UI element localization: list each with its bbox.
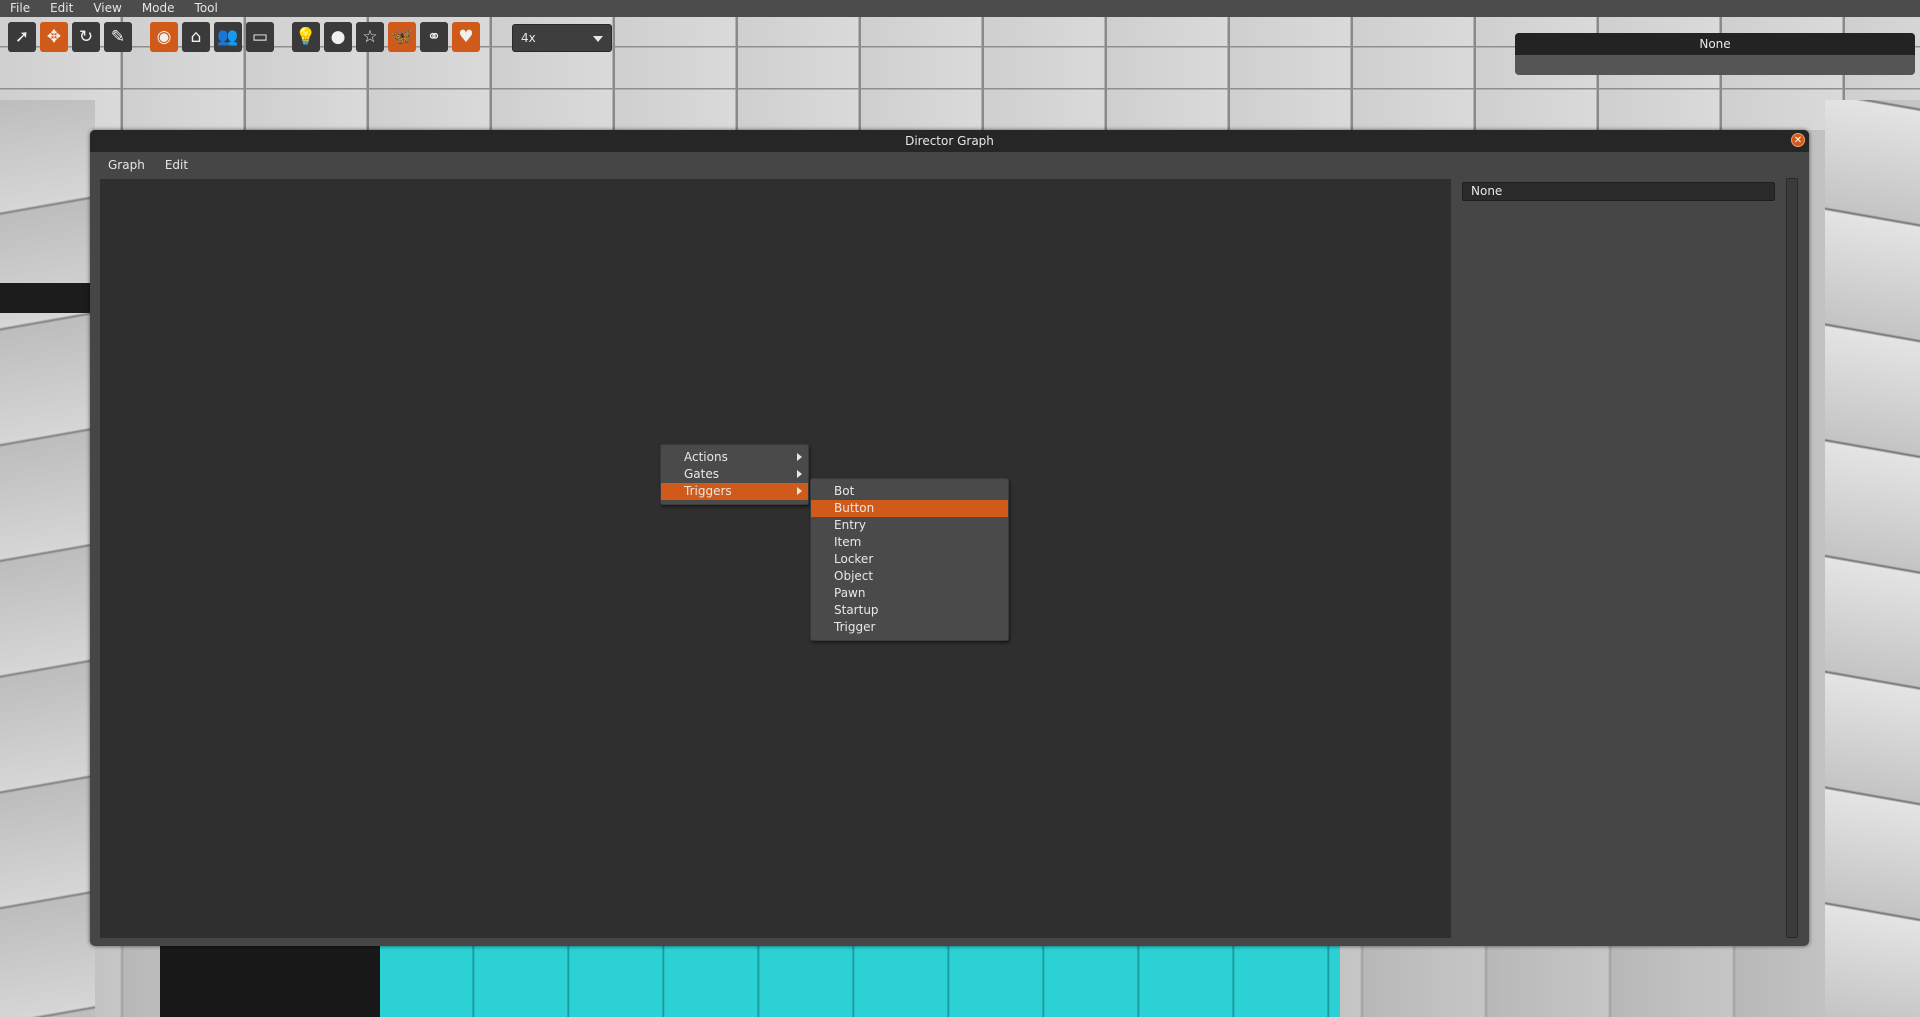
window-title: Director Graph — [905, 134, 994, 148]
selection-panel: None — [1515, 33, 1915, 75]
move-icon: ✥ — [46, 27, 62, 47]
star-button[interactable]: ☆ — [356, 22, 384, 52]
monitor-icon: ▭ — [251, 27, 269, 47]
submenu-item-item[interactable]: Item — [811, 534, 1008, 551]
light-button[interactable]: 💡 — [292, 22, 320, 52]
triggers-submenu: Bot Button Entry Item Locker Object Pawn… — [810, 478, 1009, 641]
rotate-tool-button[interactable]: ↻ — [72, 22, 100, 52]
context-item-label: Triggers — [684, 484, 732, 498]
submenu-arrow-icon — [797, 453, 802, 461]
zoom-select[interactable]: 4x — [512, 24, 612, 52]
lightbulb-icon: 💡 — [295, 27, 317, 47]
menu-view[interactable]: View — [83, 0, 131, 17]
paint-brush-icon: ✎ — [110, 27, 126, 47]
menu-graph[interactable]: Graph — [98, 158, 155, 172]
sphere-button[interactable]: ● — [324, 22, 352, 52]
submenu-item-entry[interactable]: Entry — [811, 517, 1008, 534]
paint-tool-button[interactable]: ✎ — [104, 22, 132, 52]
context-item-triggers[interactable]: Triggers — [661, 483, 808, 500]
move-tool-button[interactable]: ✥ — [40, 22, 68, 52]
butterfly-button[interactable]: 🦋 — [388, 22, 416, 52]
butterfly-icon: 🦋 — [391, 27, 413, 47]
menu-mode[interactable]: Mode — [132, 0, 185, 17]
context-item-gates[interactable]: Gates — [661, 466, 808, 483]
submenu-item-bot[interactable]: Bot — [811, 483, 1008, 500]
star-icon: ☆ — [362, 27, 378, 47]
graph-canvas[interactable] — [100, 179, 1451, 938]
heart-button[interactable]: ♥ — [452, 22, 480, 52]
sphere-icon: ● — [330, 27, 346, 47]
side-scrollbar[interactable] — [1786, 178, 1798, 938]
zoom-value: 4x — [521, 31, 536, 45]
select-tool-button[interactable]: ➚ — [8, 22, 36, 52]
menu-tool[interactable]: Tool — [185, 0, 228, 17]
menu-window-edit[interactable]: Edit — [155, 158, 198, 172]
submenu-item-pawn[interactable]: Pawn — [811, 585, 1008, 602]
menu-file[interactable]: File — [0, 0, 40, 17]
balloons-icon: ⚭ — [426, 27, 442, 47]
home-icon: ⌂ — [190, 27, 202, 47]
balloons-button[interactable]: ⚭ — [420, 22, 448, 52]
selection-panel-title: None — [1515, 33, 1915, 55]
context-item-actions[interactable]: Actions — [661, 449, 808, 466]
chevron-down-icon — [593, 36, 603, 42]
globe-button[interactable]: ◉ — [150, 22, 178, 52]
users-icon: 👥 — [217, 27, 239, 47]
main-menubar: File Edit View Mode Tool — [0, 0, 1920, 17]
heart-icon: ♥ — [458, 27, 474, 47]
scene-floor — [380, 945, 1340, 1017]
scene-wall-right — [1825, 100, 1920, 1017]
menu-edit[interactable]: Edit — [40, 0, 83, 17]
context-menu: Actions Gates Triggers — [660, 444, 809, 505]
monitor-button[interactable]: ▭ — [246, 22, 274, 52]
scene-wall-left — [0, 100, 95, 1017]
submenu-item-trigger[interactable]: Trigger — [811, 619, 1008, 636]
home-button[interactable]: ⌂ — [182, 22, 210, 52]
submenu-arrow-icon — [797, 470, 802, 478]
context-item-label: Gates — [684, 467, 719, 481]
users-button[interactable]: 👥 — [214, 22, 242, 52]
window-menubar: Graph Edit — [90, 152, 1809, 177]
submenu-item-startup[interactable]: Startup — [811, 602, 1008, 619]
submenu-item-object[interactable]: Object — [811, 568, 1008, 585]
window-titlebar[interactable]: Director Graph ✕ — [90, 130, 1809, 152]
select-arrow-icon: ➚ — [14, 27, 30, 47]
globe-icon: ◉ — [156, 27, 172, 47]
scene-dark-band — [0, 283, 95, 313]
rotate-icon: ↻ — [78, 27, 94, 47]
submenu-item-button[interactable]: Button — [811, 500, 1008, 517]
node-name-field[interactable]: None — [1462, 182, 1775, 201]
context-item-label: Actions — [684, 450, 728, 464]
submenu-arrow-icon — [797, 487, 802, 495]
close-icon[interactable]: ✕ — [1791, 133, 1805, 147]
submenu-item-locker[interactable]: Locker — [811, 551, 1008, 568]
